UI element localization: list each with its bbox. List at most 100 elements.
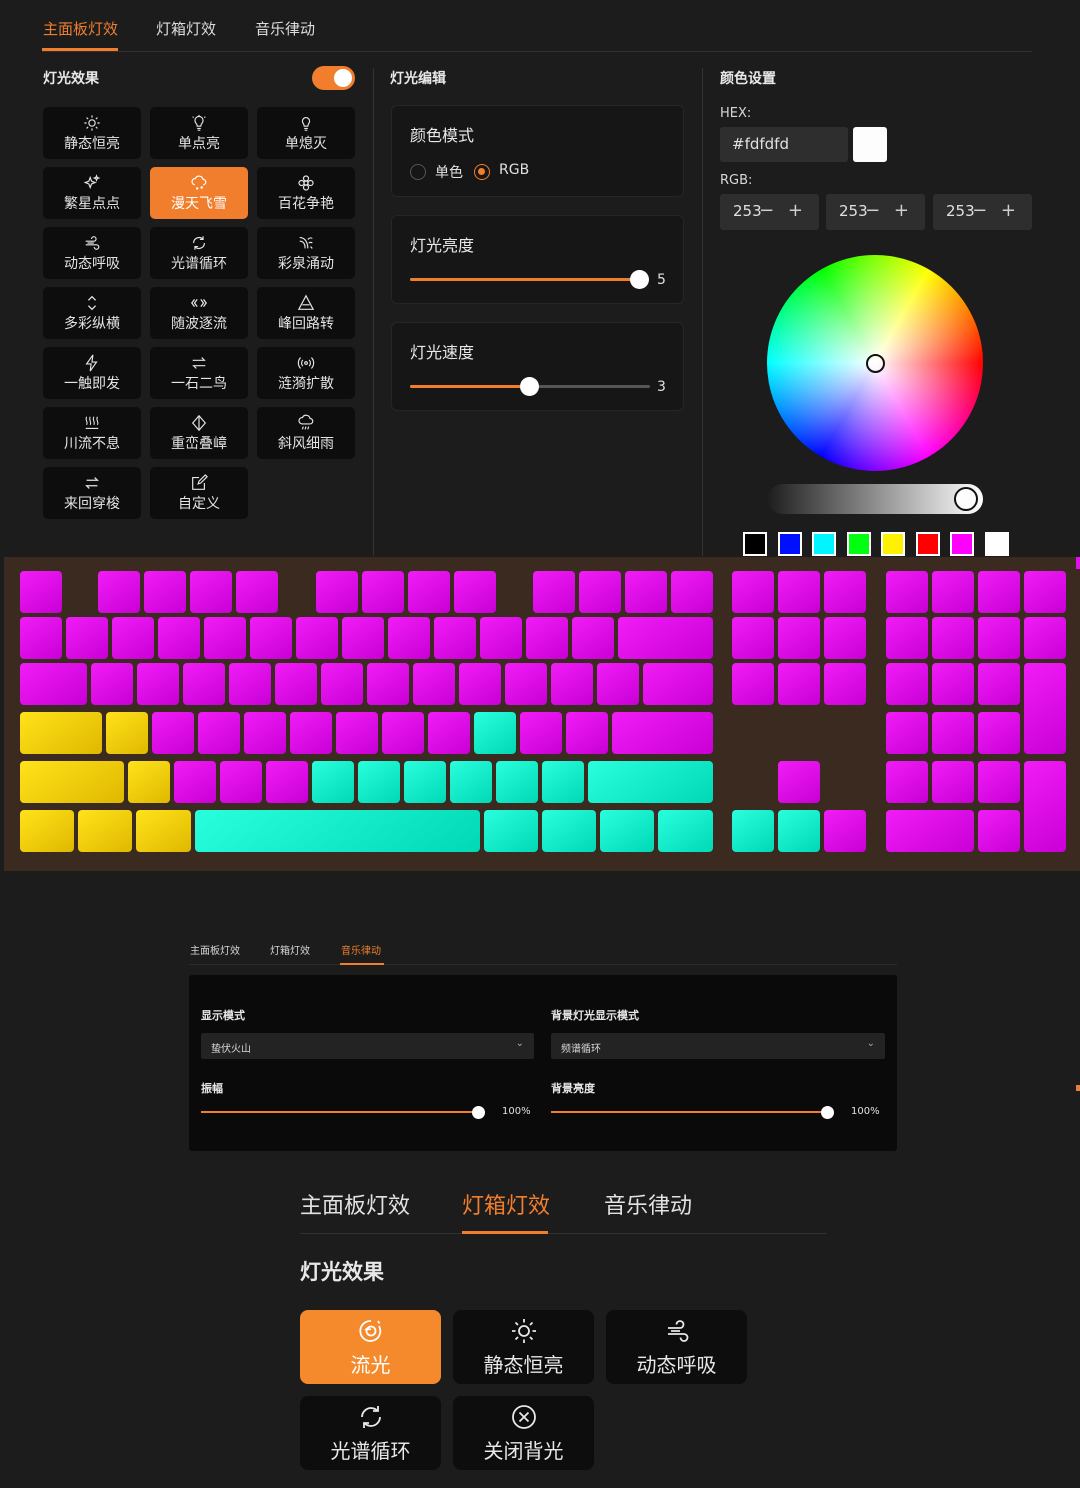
tab-music[interactable]: 音乐律动 — [255, 18, 315, 39]
keyboard-key[interactable] — [152, 712, 194, 754]
effect-button[interactable]: 一石二鸟 — [150, 347, 248, 399]
keyboard-key[interactable] — [978, 617, 1020, 659]
keyboard-key[interactable] — [978, 712, 1020, 754]
keyboard-key[interactable] — [932, 712, 974, 754]
keyboard-key[interactable] — [618, 617, 713, 659]
hex-input[interactable]: #fdfdfd — [720, 127, 848, 162]
radio-mono[interactable] — [410, 164, 426, 180]
keyboard-key[interactable] — [886, 571, 928, 613]
keyboard-key[interactable] — [20, 761, 124, 803]
keyboard-key[interactable] — [20, 810, 74, 852]
keyboard-key[interactable] — [824, 663, 866, 705]
keyboard-key[interactable] — [144, 571, 186, 613]
keyboard-key[interactable] — [158, 617, 200, 659]
lightbox-effect-button[interactable]: 静态恒亮 — [453, 1310, 594, 1384]
effects-toggle[interactable] — [312, 66, 355, 90]
keyboard-key[interactable] — [932, 571, 974, 613]
keyboard-key[interactable] — [978, 663, 1020, 705]
keyboard-key[interactable] — [20, 663, 87, 705]
tab-music[interactable]: 音乐律动 — [341, 942, 381, 957]
preset-swatch[interactable] — [743, 532, 767, 556]
effect-button[interactable]: 峰回路转 — [257, 287, 355, 339]
keyboard-key[interactable] — [526, 617, 568, 659]
keyboard-key[interactable] — [566, 712, 608, 754]
keyboard-key[interactable] — [275, 663, 317, 705]
keyboard-key[interactable] — [643, 663, 713, 705]
keyboard-key[interactable] — [551, 663, 593, 705]
bg-brightness-slider-knob[interactable] — [821, 1106, 834, 1119]
display-mode-select[interactable]: 蛰伏火山 ⌄ — [201, 1033, 534, 1059]
keyboard-key[interactable] — [588, 761, 713, 803]
keyboard-key[interactable] — [316, 571, 358, 613]
keyboard-key[interactable] — [266, 761, 308, 803]
keyboard-key[interactable] — [886, 761, 928, 803]
effect-button[interactable]: 单熄灭 — [257, 107, 355, 159]
keyboard-key[interactable] — [204, 617, 246, 659]
keyboard-key[interactable] — [112, 617, 154, 659]
keyboard-key[interactable] — [190, 571, 232, 613]
keyboard-key[interactable] — [106, 712, 148, 754]
lightbox-effect-button[interactable]: 动态呼吸 — [606, 1310, 747, 1384]
speed-slider[interactable] — [410, 377, 650, 396]
effect-button[interactable]: 川流不息 — [43, 407, 141, 459]
keyboard-key[interactable] — [336, 712, 378, 754]
preset-swatch[interactable] — [846, 532, 871, 556]
keyboard-key[interactable] — [312, 761, 354, 803]
keyboard-key[interactable] — [408, 571, 450, 613]
stepper-buttons[interactable]: − + — [865, 200, 913, 221]
keyboard-key[interactable] — [542, 810, 596, 852]
effect-button[interactable]: 单点亮 — [150, 107, 248, 159]
keyboard-key[interactable] — [505, 663, 547, 705]
keyboard-key[interactable] — [244, 712, 286, 754]
keyboard-key[interactable] — [732, 810, 774, 852]
keyboard-key[interactable] — [136, 810, 191, 852]
keyboard-key[interactable] — [778, 810, 820, 852]
keyboard-key[interactable] — [824, 810, 866, 852]
keyboard-key[interactable] — [732, 571, 774, 613]
brightness-gradient-bar[interactable] — [768, 484, 983, 514]
keyboard-key[interactable] — [174, 761, 216, 803]
tab-music[interactable]: 音乐律动 — [604, 1188, 692, 1220]
radio-rgb[interactable] — [474, 164, 490, 180]
preset-swatch[interactable] — [950, 532, 974, 556]
effect-button[interactable]: 来回穿梭 — [43, 467, 141, 519]
bg-mode-select[interactable]: 频谱循环 ⌄ — [551, 1033, 885, 1059]
effect-button[interactable]: 随波逐流 — [150, 287, 248, 339]
keyboard-key[interactable] — [484, 810, 538, 852]
keyboard-key[interactable] — [66, 617, 108, 659]
brightness-slider-knob[interactable] — [630, 270, 649, 289]
keyboard-key[interactable] — [480, 617, 522, 659]
keyboard-key[interactable] — [824, 617, 866, 659]
keyboard-key[interactable] — [932, 617, 974, 659]
keyboard-key[interactable] — [824, 571, 866, 613]
keyboard-key[interactable] — [450, 761, 492, 803]
lightbox-effect-button-active[interactable]: 流光 — [300, 1310, 441, 1384]
lightbox-effect-button[interactable]: 光谱循环 — [300, 1396, 441, 1470]
effect-button[interactable]: 斜风细雨 — [257, 407, 355, 459]
preset-swatch[interactable] — [777, 532, 802, 556]
amplitude-slider-knob[interactable] — [472, 1106, 485, 1119]
keyboard-key[interactable] — [732, 617, 774, 659]
keyboard-key[interactable] — [198, 712, 240, 754]
keyboard-key[interactable] — [321, 663, 363, 705]
effect-button[interactable]: 自定义 — [150, 467, 248, 519]
keyboard-key[interactable] — [496, 761, 538, 803]
keyboard-key[interactable] — [296, 617, 338, 659]
preset-swatch[interactable] — [881, 532, 905, 556]
effect-button[interactable]: 涟漪扩散 — [257, 347, 355, 399]
keyboard-key[interactable] — [671, 571, 713, 613]
keyboard-key[interactable] — [183, 663, 225, 705]
keyboard-key[interactable] — [978, 571, 1020, 613]
keyboard-key[interactable] — [367, 663, 409, 705]
effect-button[interactable]: 彩泉涌动 — [257, 227, 355, 279]
keyboard-key[interactable] — [978, 761, 1020, 803]
tab-lightbox[interactable]: 灯箱灯效 — [270, 942, 310, 957]
keyboard-key[interactable] — [886, 810, 974, 852]
preset-swatch[interactable] — [812, 532, 836, 556]
tab-lightbox[interactable]: 灯箱灯效 — [462, 1188, 550, 1220]
preset-swatch[interactable] — [915, 532, 940, 556]
keyboard-key[interactable] — [78, 810, 132, 852]
stepper-buttons[interactable]: − + — [759, 200, 807, 221]
keyboard-key[interactable] — [778, 761, 820, 803]
tab-main-panel[interactable]: 主面板灯效 — [190, 942, 240, 957]
